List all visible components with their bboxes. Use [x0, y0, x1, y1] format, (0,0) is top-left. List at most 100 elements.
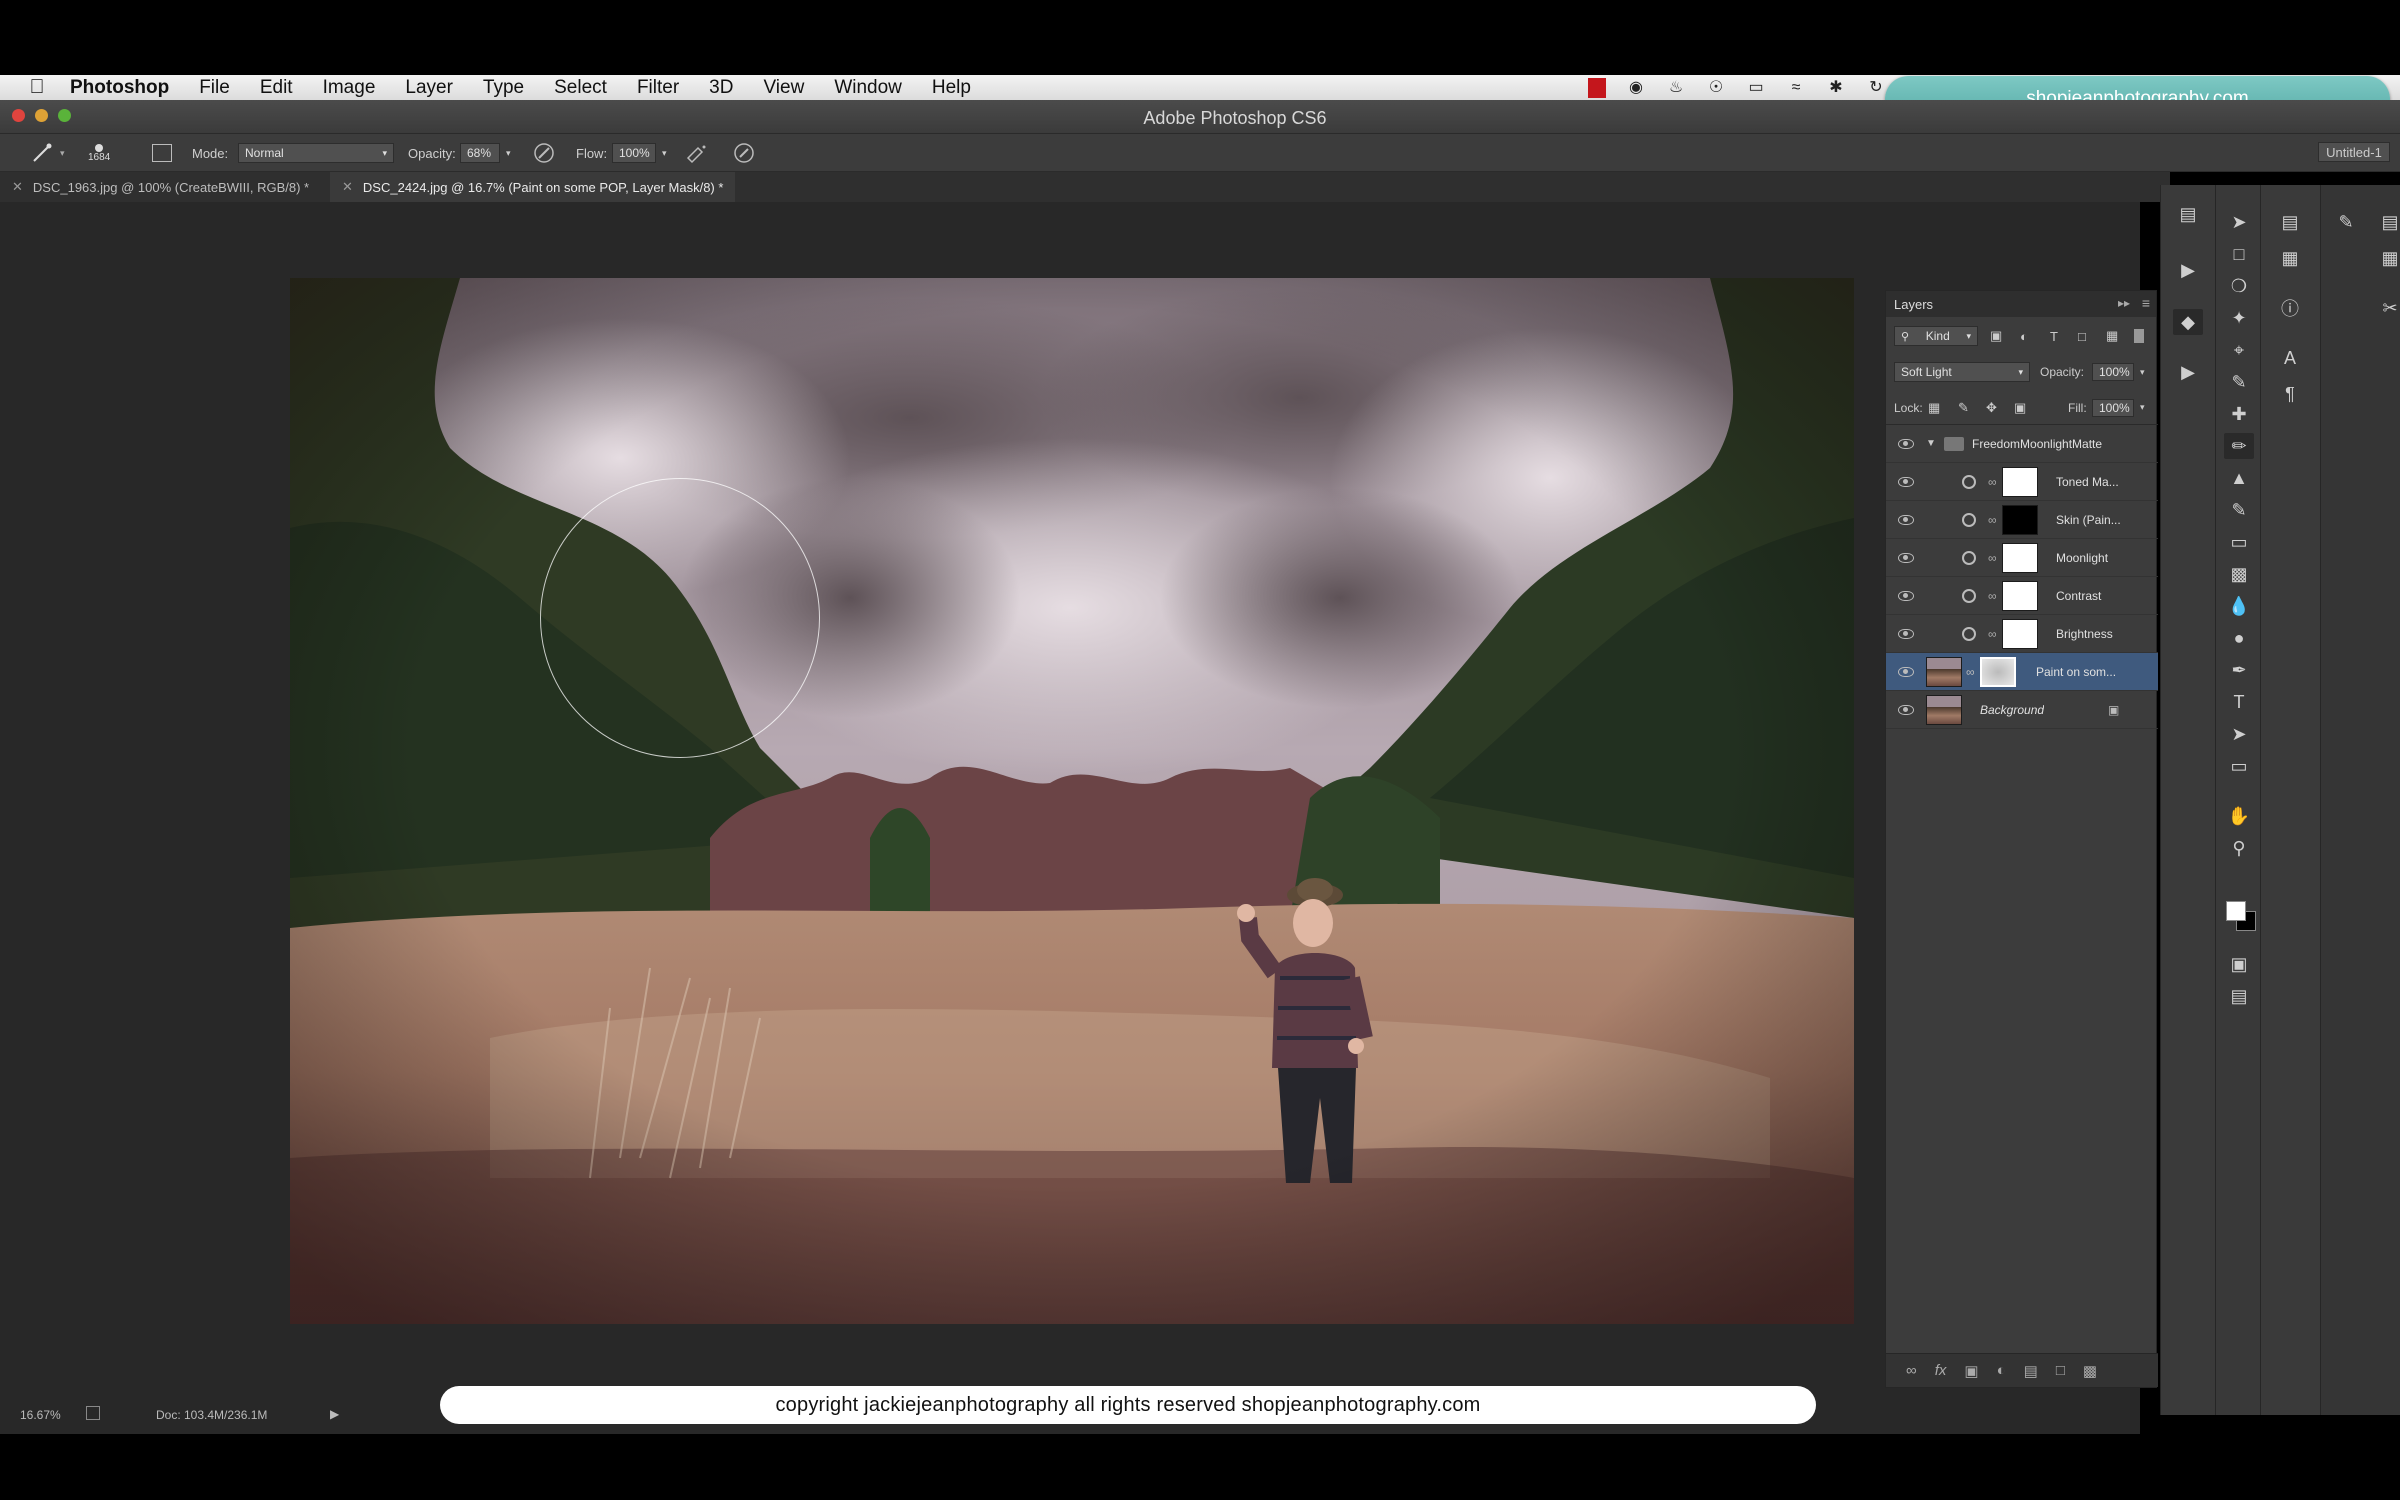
layer-mask-thumbnail[interactable] [2002, 580, 2038, 611]
paragraph-panel-icon[interactable]: ¶ [2275, 381, 2305, 407]
menu-type[interactable]: Type [483, 77, 524, 99]
flow-input[interactable]: 100% [612, 143, 656, 163]
layer-row-background[interactable]: Background ▣ [1886, 691, 2158, 729]
lasso-tool-icon[interactable]: ❍ [2224, 273, 2254, 299]
lock-position-icon[interactable]: ✥ [1986, 400, 1997, 416]
filter-pixel-icon[interactable]: ▣ [1990, 328, 2002, 344]
group-expand-icon[interactable]: ▼ [1926, 438, 1936, 449]
fill-input[interactable]: 100% [2092, 398, 2134, 417]
zoom-level[interactable]: 16.67% [20, 1408, 61, 1422]
collapse-panel-icon[interactable]: ▸▸ [2118, 296, 2130, 310]
properties-panel-icon[interactable]: ▤ [2275, 209, 2305, 235]
filter-shape-icon[interactable]: □ [2078, 329, 2086, 344]
flow-dropdown-icon[interactable]: ▾ [662, 148, 667, 159]
mask-link-icon[interactable]: ∞ [1988, 627, 1997, 641]
close-tab-icon[interactable]: ✕ [342, 179, 353, 195]
move-tool-icon[interactable]: ➤ [2224, 209, 2254, 235]
mask-link-icon[interactable]: ∞ [1966, 665, 1975, 679]
menu-app-name[interactable]: Photoshop [70, 77, 169, 99]
menu-file[interactable]: File [199, 77, 230, 99]
layers-panel-icon[interactable]: ◆ [2173, 309, 2203, 335]
screen-mode-icon[interactable]: ▤ [2224, 983, 2254, 1009]
opacity-dropdown-icon[interactable]: ▾ [506, 148, 511, 159]
wifi-icon[interactable]: ≈ [1786, 79, 1806, 97]
document-canvas[interactable] [290, 278, 1854, 1324]
pressure-size-button[interactable] [732, 134, 756, 172]
blend-mode-select[interactable]: Soft Light ▾ [1894, 362, 2030, 382]
visibility-eye-icon[interactable] [1898, 628, 1914, 639]
layer-opacity-input[interactable]: 100% [2092, 363, 2134, 381]
airbrush-button[interactable] [684, 134, 708, 172]
app-status-icon[interactable] [1588, 77, 1606, 98]
dodge-tool-icon[interactable]: ● [2224, 625, 2254, 651]
panel-menu-icon[interactable]: ≡ [2142, 295, 2150, 311]
menu-layer[interactable]: Layer [405, 77, 453, 99]
mask-link-icon[interactable]: ∞ [1988, 551, 1997, 565]
shape-tool-icon[interactable]: ▭ [2224, 753, 2254, 779]
layer-thumbnail[interactable] [1926, 656, 1962, 687]
quick-mask-icon[interactable]: ▣ [2224, 951, 2254, 977]
layer-thumbnail[interactable] [1926, 694, 1962, 725]
quick-select-tool-icon[interactable]: ✦ [2224, 305, 2254, 331]
status-menu-arrow-icon[interactable]: ▶ [330, 1407, 339, 1421]
menu-select[interactable]: Select [554, 77, 607, 99]
layer-row-paint[interactable]: ∞ Paint on som... [1886, 653, 2158, 691]
eraser-tool-icon[interactable]: ▭ [2224, 529, 2254, 555]
hand-tool-icon[interactable]: ✋ [2224, 803, 2254, 829]
visibility-eye-icon[interactable] [1898, 438, 1914, 449]
tab-dsc-1963[interactable]: ✕ DSC_1963.jpg @ 100% (CreateBWIII, RGB/8… [0, 172, 321, 202]
path-select-tool-icon[interactable]: ➤ [2224, 721, 2254, 747]
link-layers-icon[interactable]: ∞ [1906, 1362, 1917, 1379]
menu-view[interactable]: View [763, 77, 804, 99]
history-brush-icon[interactable]: ✎ [2224, 497, 2254, 523]
visibility-eye-icon[interactable] [1898, 704, 1914, 715]
add-mask-icon[interactable]: ▣ [1964, 1362, 1978, 1380]
gradient-tool-icon[interactable]: ▩ [2224, 561, 2254, 587]
visibility-eye-icon[interactable] [1898, 666, 1914, 677]
foreground-color-swatch[interactable] [2226, 901, 2246, 921]
apple-icon[interactable]:  [24, 76, 50, 99]
opacity-dropdown-icon[interactable]: ▾ [2140, 367, 2145, 378]
lock-transparent-icon[interactable]: ▦ [1928, 400, 1940, 416]
marquee-tool-icon[interactable]: □ [2224, 241, 2254, 267]
circle-status-icon[interactable]: ☉ [1706, 79, 1726, 97]
status-info-icon[interactable] [86, 1406, 100, 1420]
eyedropper-tool-icon[interactable]: ✎ [2224, 369, 2254, 395]
new-group-icon[interactable]: ▤ [2024, 1362, 2038, 1380]
menu-filter[interactable]: Filter [637, 77, 679, 99]
brush-tool-button[interactable]: ✏ [2224, 433, 2254, 459]
fill-dropdown-icon[interactable]: ▾ [2140, 402, 2145, 413]
layer-mask-thumbnail[interactable] [1980, 656, 2016, 687]
zoom-tool-icon[interactable]: ⚲ [2224, 835, 2254, 861]
menu-image[interactable]: Image [323, 77, 376, 99]
visibility-eye-icon[interactable] [1898, 590, 1914, 601]
stamp-tool-icon[interactable]: ▲ [2224, 465, 2254, 491]
lock-image-icon[interactable]: ✎ [1958, 400, 1969, 416]
bluetooth-icon[interactable]: ✱ [1826, 79, 1846, 97]
healing-tool-icon[interactable]: ✚ [2224, 401, 2254, 427]
tool-presets-icon[interactable]: ▦ [2375, 245, 2400, 271]
layer-mask-thumbnail[interactable] [2002, 542, 2038, 573]
brush-size-picker[interactable]: 1684 [88, 134, 110, 172]
layer-row-moonlight[interactable]: ∞ Moonlight [1886, 539, 2158, 577]
new-layer-icon[interactable]: □ [2056, 1362, 2065, 1379]
brush-panel-toggle[interactable] [152, 134, 172, 172]
filter-adjustment-icon[interactable]: ◐ [2020, 329, 2028, 344]
type-tool-icon[interactable]: T [2224, 689, 2254, 715]
crop-tool-icon[interactable]: ⌖ [2224, 337, 2254, 363]
bulb-status-icon[interactable]: ♨ [1666, 79, 1686, 97]
workspace-switcher[interactable]: Untitled-1 [2318, 142, 2390, 162]
info-panel-icon[interactable]: ⓘ [2275, 295, 2305, 321]
filter-kind-select[interactable]: ⚲ Kind ▾ [1894, 326, 1978, 346]
pressure-opacity-button[interactable] [532, 134, 556, 172]
menu-window[interactable]: Window [834, 77, 902, 99]
tool-preset-picker[interactable]: ▾ [30, 134, 65, 172]
play-action-icon[interactable]: ▶ [2173, 359, 2203, 385]
mask-link-icon[interactable]: ∞ [1988, 475, 1997, 489]
clone-source-icon[interactable]: ▤ [2375, 209, 2400, 235]
fx-icon[interactable]: fx [1935, 1362, 1947, 1379]
layers-panel-title[interactable]: Layers [1894, 297, 1933, 312]
new-adjustment-icon[interactable]: ◐ [1997, 1362, 2006, 1379]
time-machine-icon[interactable]: ↻ [1866, 79, 1886, 97]
filter-type-icon[interactable]: T [2050, 329, 2058, 344]
